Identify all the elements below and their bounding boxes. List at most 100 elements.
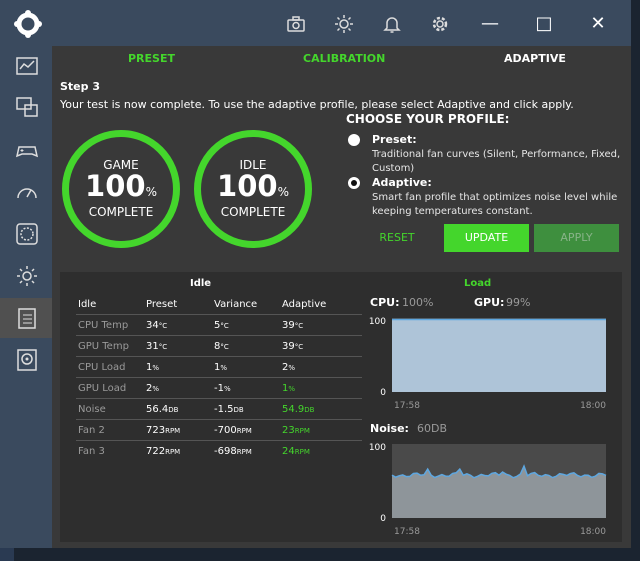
close-button[interactable]: ✕ — [586, 12, 610, 36]
gamepad-icon — [15, 146, 39, 158]
idle-progress-ring: IDLE 100% COMPLETE — [194, 130, 312, 248]
load-section-title: Load — [464, 278, 492, 289]
step-description: Your test is now complete. To use the ad… — [60, 98, 574, 111]
chart-series-label: GPU: — [474, 296, 504, 309]
reset-button[interactable]: RESET — [368, 224, 426, 252]
preset-radio[interactable] — [348, 134, 360, 146]
table-row: CPU Load 1% 1% 2% — [76, 356, 362, 378]
variance-value: -1% — [214, 383, 231, 394]
camera-icon[interactable] — [286, 14, 306, 34]
disk-icon — [17, 349, 37, 371]
row-label: GPU Load — [78, 383, 127, 394]
dashboard-icon — [16, 57, 38, 75]
y-axis-min-label: 0 — [380, 388, 386, 398]
cpu-gpu-load-chart: CPU: 100% GPU: 99% 100 0 17:58 18:00 — [369, 296, 606, 411]
preset-value: 31°C — [146, 341, 168, 352]
ring-value: 100% — [85, 169, 157, 203]
ring-status: COMPLETE — [88, 205, 154, 219]
variance-value: -700RPM — [214, 425, 252, 436]
sidebar-item-performance[interactable] — [0, 172, 52, 212]
results-panel: Idle Load Idle Preset Variance Adaptive … — [60, 272, 622, 542]
ring-value: 100% — [217, 169, 289, 203]
idle-section-title: Idle — [190, 278, 212, 289]
fan-icon — [16, 223, 38, 245]
adaptive-value: 1% — [282, 383, 296, 394]
table-row: Fan 3 722RPM -698RPM 24RPM — [76, 440, 362, 462]
chart-series-value: 100% — [402, 296, 433, 309]
bell-icon[interactable] — [382, 14, 402, 34]
sidebar-item-dashboard[interactable] — [0, 46, 52, 86]
row-label: Noise — [78, 404, 106, 415]
game-progress-ring: GAME 100% COMPLETE — [62, 130, 180, 248]
chart-series-label: Noise: — [370, 422, 409, 435]
variance-value: 1% — [214, 362, 228, 373]
sidebar-item-gaming[interactable] — [0, 130, 52, 170]
y-axis-max-label: 100 — [369, 317, 386, 327]
sidebar-item-profile[interactable] — [0, 298, 52, 338]
chart-series-label: CPU: — [370, 296, 399, 309]
col-header-preset: Preset — [146, 299, 178, 310]
sidebar-item-lighting[interactable] — [0, 256, 52, 296]
adaptive-value: 39°C — [282, 341, 304, 352]
variance-value: 5°C — [214, 320, 229, 331]
x-axis-end-label: 18:00 — [580, 527, 606, 537]
col-header-idle: Idle — [78, 299, 97, 310]
sidebar-item-system[interactable] — [0, 87, 52, 127]
col-header-adaptive: Adaptive — [282, 299, 327, 310]
table-row: Noise 56.4DB -1.5DB 54.9DB — [76, 398, 362, 420]
adaptive-value: 24RPM — [282, 446, 310, 457]
update-button[interactable]: UPDATE — [444, 224, 529, 252]
tab-adaptive[interactable]: ADAPTIVE — [504, 52, 566, 65]
ring-status: COMPLETE — [220, 205, 286, 219]
tab-calibration[interactable]: CALIBRATION — [303, 52, 385, 65]
chart-series-value: 60DB — [417, 422, 447, 435]
chart-area — [392, 319, 606, 392]
preset-value: 34°C — [146, 320, 168, 331]
table-row: GPU Load 2% -1% 1% — [76, 377, 362, 399]
minimize-button[interactable]: — — [478, 12, 502, 36]
main-panel: PRESET CALIBRATION ADAPTIVE Step 3 Your … — [52, 46, 631, 548]
adaptive-value: 54.9DB — [282, 404, 315, 415]
noise-chart: Noise: 60DB 100 0 17:58 18:00 — [369, 422, 607, 537]
preset-value: 56.4DB — [146, 404, 179, 415]
variance-value: 8°C — [214, 341, 229, 352]
title-bar: — □ ✕ — [0, 0, 631, 46]
maximize-button[interactable]: □ — [532, 12, 556, 36]
preset-value: 723RPM — [146, 425, 181, 436]
x-axis-end-label: 18:00 — [580, 401, 606, 411]
preset-value: 1% — [146, 362, 160, 373]
preset-option-title[interactable]: Preset: — [372, 133, 417, 146]
table-row: GPU Temp 31°C 8°C 39°C — [76, 335, 362, 357]
sidebar-item-fan[interactable] — [0, 214, 52, 254]
tab-preset[interactable]: PRESET — [128, 52, 175, 65]
row-label: GPU Temp — [78, 341, 129, 352]
gear-icon[interactable] — [430, 14, 450, 34]
preset-value: 722RPM — [146, 446, 181, 457]
apply-button[interactable]: APPLY — [534, 224, 619, 252]
row-label: CPU Load — [78, 362, 126, 373]
table-row: CPU Temp 34°C 5°C 39°C — [76, 314, 362, 336]
y-axis-min-label: 0 — [380, 514, 386, 524]
step-title: Step 3 — [60, 80, 100, 93]
variance-value: -698RPM — [214, 446, 252, 457]
sidebar-item-storage[interactable] — [0, 340, 52, 380]
profile-heading: CHOOSE YOUR PROFILE: — [346, 112, 510, 126]
monitor-icon — [16, 97, 38, 117]
chart-series-value: 99% — [506, 296, 530, 309]
adaptive-radio[interactable] — [348, 177, 360, 189]
brightness-icon[interactable] — [334, 14, 354, 34]
variance-value: -1.5DB — [214, 404, 244, 415]
x-axis-start-label: 17:58 — [394, 401, 420, 411]
adaptive-value: 23RPM — [282, 425, 310, 436]
app-logo-icon — [14, 10, 42, 38]
row-label: Fan 2 — [78, 425, 105, 436]
gauge-icon — [17, 188, 37, 199]
adaptive-option-desc: Smart fan profile that optimizes noise l… — [372, 192, 618, 217]
row-label: CPU Temp — [78, 320, 129, 331]
preset-value: 2% — [146, 383, 160, 394]
sun-icon — [17, 266, 37, 286]
col-header-variance: Variance — [214, 299, 258, 310]
adaptive-value: 39°C — [282, 320, 304, 331]
adaptive-value: 2% — [282, 362, 296, 373]
adaptive-option-title[interactable]: Adaptive: — [372, 176, 432, 189]
